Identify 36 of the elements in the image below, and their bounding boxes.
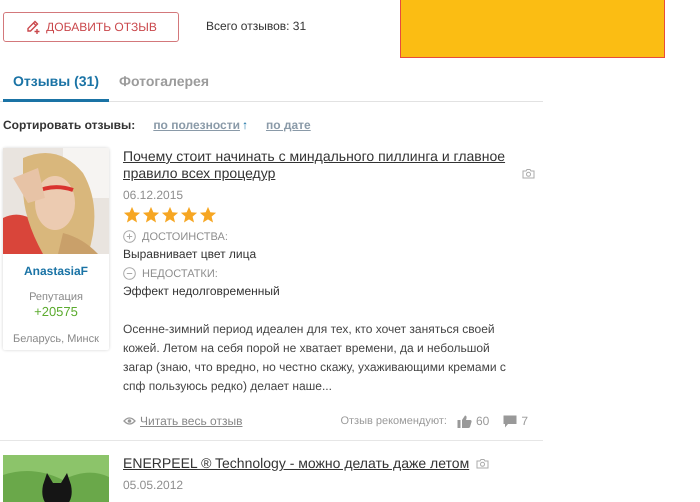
star-icon bbox=[199, 206, 217, 224]
cons-text: Эффект недолговременный bbox=[123, 284, 280, 298]
reputation-label: Репутация bbox=[29, 291, 83, 303]
review-title[interactable]: Почему стоит начинать с миндального пиллинга и главное правило всех процедур bbox=[123, 148, 515, 182]
star-icon bbox=[180, 206, 198, 224]
review-text: Осенне-зимний период идеален для тех, кто хочет заняться своей кожей. Летом на себя порой не хватает времени, да и небольшой загар (знаю, что вредно, но честно скажу, ухаживающими кремами с спф пользуюсь редко) делает наше... bbox=[123, 321, 507, 395]
pros-text: Выравнивает цвет лица bbox=[123, 247, 256, 261]
tab[interactable]: Фотогалерея bbox=[109, 70, 220, 102]
star-icon bbox=[123, 206, 141, 224]
reputation-value: +20575 bbox=[34, 304, 78, 319]
sort-label: Сортировать отзывы: bbox=[3, 118, 136, 132]
likes-count: 60 bbox=[476, 414, 490, 428]
pros-label: ДОСТОИНСТВА: bbox=[142, 230, 228, 242]
star-icon bbox=[161, 206, 179, 224]
read-full-review-link[interactable]: Читать весь отзыв bbox=[140, 414, 242, 428]
comment-icon[interactable] bbox=[503, 414, 518, 428]
comments-count: 7 bbox=[521, 414, 528, 428]
sort-link[interactable]: по дате bbox=[266, 118, 311, 132]
recommend-label: Отзыв рекомендуют: bbox=[340, 415, 447, 427]
author-location: Беларусь, Минск bbox=[13, 333, 99, 345]
pencil-plus-icon bbox=[25, 19, 42, 35]
sort-arrow: ↑ bbox=[242, 118, 248, 132]
add-review-button[interactable]: ДОБАВИТЬ ОТЗЫВ bbox=[3, 12, 179, 42]
eye-icon bbox=[123, 416, 136, 426]
plus-circle-icon bbox=[123, 230, 136, 243]
tab[interactable]: Отзывы (31) bbox=[3, 70, 110, 102]
cons-label: НЕДОСТАТКИ: bbox=[142, 268, 218, 280]
star-icon bbox=[142, 206, 160, 224]
review-count: Всего отзывов: 31 bbox=[206, 19, 306, 33]
thumbs-up-icon[interactable] bbox=[456, 414, 472, 428]
review-date: 05.05.2012 bbox=[123, 478, 184, 492]
sort-link[interactable]: по полезности bbox=[153, 118, 240, 132]
author-name[interactable]: AnastasiaF bbox=[24, 264, 88, 278]
review-title[interactable]: ENERPEEL ® Technology - можно делать даже летом bbox=[123, 455, 470, 472]
review-date: 06.12.2015 bbox=[123, 188, 184, 202]
minus-circle-icon bbox=[123, 267, 136, 280]
